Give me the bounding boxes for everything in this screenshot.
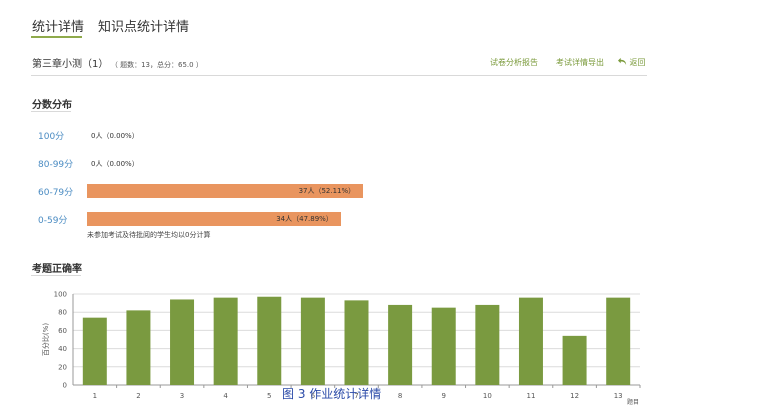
y-tick-label: 20 xyxy=(58,363,67,371)
accuracy-bar xyxy=(170,299,195,385)
accuracy-bar-chart: 020406080100百分比(%)1 2 3 4 5 6 7 8 9 10 11 12 13题目 xyxy=(41,291,641,406)
y-axis-label: 百分比(%) xyxy=(41,323,50,356)
accuracy-bar xyxy=(213,297,238,385)
accuracy-bar xyxy=(126,310,151,385)
accuracy-bar xyxy=(518,297,543,385)
y-tick-label: 100 xyxy=(54,291,67,299)
x-tick-label: 11 xyxy=(527,392,536,400)
y-tick-label: 60 xyxy=(58,327,67,335)
accuracy-bar xyxy=(257,296,282,385)
accuracy-bar xyxy=(300,297,325,385)
accuracy-bar xyxy=(431,307,456,385)
accuracy-bar xyxy=(344,300,369,385)
x-tick-label: 13 xyxy=(614,392,623,400)
x-tick-label: 4 xyxy=(223,392,228,400)
x-axis-label: 题目 xyxy=(627,399,639,406)
x-tick-label: 2 xyxy=(136,392,140,400)
figure-caption: 图 3 作业统计详情 xyxy=(282,387,382,401)
accuracy-bar xyxy=(562,335,587,385)
y-tick-label: 40 xyxy=(58,345,67,353)
accuracy-bar xyxy=(475,304,500,385)
x-tick-label: 5 xyxy=(267,392,271,400)
x-tick-label: 9 xyxy=(441,392,445,400)
y-tick-label: 80 xyxy=(58,309,67,317)
y-tick-label: 0 xyxy=(63,382,67,390)
accuracy-bar xyxy=(82,317,107,385)
accuracy-bar xyxy=(606,297,631,385)
x-tick-label: 1 xyxy=(93,392,97,400)
x-tick-label: 8 xyxy=(398,392,402,400)
x-tick-label: 12 xyxy=(570,392,579,400)
x-tick-label: 10 xyxy=(483,392,492,400)
accuracy-bar xyxy=(388,304,413,385)
x-tick-label: 3 xyxy=(180,392,184,400)
